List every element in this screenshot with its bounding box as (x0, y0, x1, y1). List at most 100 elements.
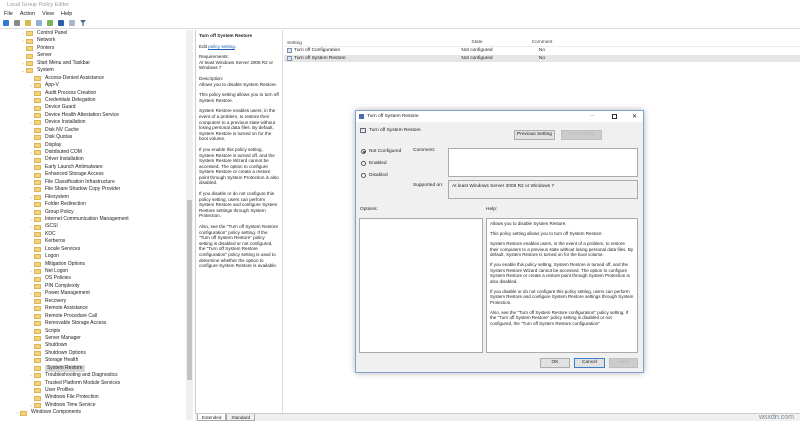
tree-item[interactable]: Locale Services (0, 246, 186, 253)
tree-item[interactable]: › Device Installation (0, 119, 186, 126)
next-setting-button[interactable]: Next Setting (561, 130, 602, 140)
menu-help[interactable]: Help (61, 11, 72, 17)
tree-item[interactable]: Enhanced Storage Access (0, 171, 186, 178)
export-icon[interactable] (47, 20, 53, 26)
tree-item-label: User Profiles (45, 387, 74, 393)
maximize-icon[interactable] (612, 114, 617, 119)
folder-icon (34, 373, 41, 379)
list-row[interactable]: Turn off System Restore Not configured No (284, 54, 800, 62)
tree-item[interactable]: › Troubleshooting and Diagnostics (0, 372, 186, 379)
tree-scrollbar-thumb[interactable] (187, 200, 192, 380)
col-setting[interactable]: Setting (284, 40, 442, 46)
tree-item[interactable]: Recovery (0, 298, 186, 305)
list-row[interactable]: Turn off Configuration Not configured No (284, 47, 800, 55)
tree-item-label: Audit Process Creation (45, 89, 97, 96)
tree-item[interactable]: Audit Process Creation (0, 90, 186, 97)
tree-item[interactable]: Device Health Attestation Service (0, 112, 186, 119)
radio-not-configured[interactable]: Not Configured (361, 149, 401, 154)
col-state[interactable]: State (442, 40, 512, 46)
watermark: wsxdn.com (758, 414, 794, 421)
radio-button-icon[interactable] (361, 161, 366, 166)
help-icon[interactable] (58, 20, 64, 26)
menu-file[interactable]: File (4, 11, 13, 17)
close-icon[interactable]: ✕ (632, 113, 637, 120)
tree-item[interactable]: Logon (0, 253, 186, 260)
tree-item-label: Remote Procedure Call (45, 312, 97, 319)
desc-paragraph: System Restore enables users, in the eve… (199, 108, 276, 142)
tree-item[interactable]: Display (0, 142, 186, 149)
tree-item[interactable]: Shutdown Options (0, 350, 186, 357)
tree-item[interactable]: PIN Complexity (0, 283, 186, 290)
minimize-icon[interactable]: — (590, 114, 595, 119)
menu-view[interactable]: View (42, 11, 54, 17)
folder-icon (34, 165, 41, 171)
previous-setting-button[interactable]: Previous Setting (514, 130, 555, 140)
tree-item[interactable]: › Start Menu and Taskbar (0, 60, 186, 67)
col-comment[interactable]: Comment (512, 40, 572, 46)
tree-item[interactable]: OS Policies (0, 275, 186, 282)
tree-item[interactable]: › Power Management (0, 290, 186, 297)
cancel-button[interactable]: Cancel (574, 358, 605, 368)
tree-item[interactable]: › Control Panel (0, 30, 186, 37)
tree-item-label: Recovery (45, 297, 67, 304)
show-hide-tree-icon[interactable] (36, 20, 42, 26)
edit-policy-link[interactable]: policy setting (208, 44, 235, 49)
radio-button-icon[interactable] (361, 149, 366, 154)
tree-item[interactable]: Trusted Platform Module Services (0, 380, 186, 387)
tree-item[interactable]: › Distributed COM (0, 149, 186, 156)
tree-item[interactable]: Kerberos (0, 238, 186, 245)
tree-item[interactable]: Removable Storage Access (0, 320, 186, 327)
tree-item[interactable]: File Classification Infrastructure (0, 179, 186, 186)
tree-item[interactable]: › iSCSI (0, 223, 186, 230)
tree-item[interactable]: Early Launch Antimalware (0, 164, 186, 171)
tab-extended[interactable]: Extended (197, 414, 227, 421)
tree-item[interactable]: Disk Quotas (0, 134, 186, 141)
tree-item[interactable]: Windows File Protection (0, 394, 186, 401)
tree-item[interactable]: › Network (0, 37, 186, 44)
tree-item[interactable]: Folder Redirection (0, 201, 186, 208)
radio-enabled[interactable]: Enabled (361, 161, 387, 166)
ok-button[interactable]: OK (540, 358, 570, 368)
tree-item[interactable]: Server Manager (0, 335, 186, 342)
tree-item[interactable]: Credentials Delegation (0, 97, 186, 104)
tree-item[interactable]: User Profiles (0, 387, 186, 394)
help-paragraph: Also, see the "Turn off System Restore c… (490, 309, 629, 326)
back-icon[interactable] (3, 20, 9, 26)
tree-item[interactable]: Shutdown (0, 342, 186, 349)
tree-item[interactable]: › Net Logon (0, 268, 186, 275)
tree-item[interactable]: File Share Shadow Copy Provider (0, 186, 186, 193)
folder-icon (34, 358, 41, 364)
tree-item[interactable]: Driver Installation (0, 156, 186, 163)
comment-textarea[interactable] (448, 148, 638, 177)
properties-icon[interactable] (69, 20, 75, 26)
tree-item[interactable]: › Internet Communication Management (0, 216, 186, 223)
radio-button-icon[interactable] (361, 173, 366, 178)
filter-icon[interactable] (80, 20, 86, 26)
tree-item[interactable]: Server (0, 52, 186, 59)
menu-action[interactable]: Action (20, 11, 35, 17)
tree-item[interactable]: Storage Health (0, 357, 186, 364)
tree-item[interactable]: › Windows Time Service (0, 402, 186, 409)
help-panel[interactable]: Allows you to disable System Restore. Thi… (486, 218, 638, 353)
up-folder-icon[interactable] (25, 20, 31, 26)
tree-item[interactable]: Remote Assistance (0, 305, 186, 312)
tree-item[interactable]: › Windows Components (0, 409, 186, 416)
tree-item[interactable]: Device Guard (0, 104, 186, 111)
tree-item[interactable]: Scripts (0, 328, 186, 335)
forward-icon[interactable] (14, 20, 20, 26)
tree-item[interactable]: ⌄ System (0, 67, 186, 74)
tree-item[interactable]: KDC (0, 231, 186, 238)
tree-item[interactable]: Mitigation Options (0, 261, 186, 268)
tree-item[interactable]: › App-V (0, 82, 186, 89)
apply-button[interactable]: Apply (609, 358, 638, 368)
tree-item[interactable]: System Restore (0, 364, 186, 373)
tree-item[interactable]: Group Policy (0, 209, 186, 216)
tree-item-label: KDC (45, 230, 56, 237)
tree-item[interactable]: Access-Denied Assistance (0, 75, 186, 82)
tree-item[interactable]: Disk NV Cache (0, 127, 186, 134)
radio-disabled[interactable]: Disabled (361, 173, 388, 178)
tab-standard[interactable]: Standard (226, 414, 256, 421)
tree-item[interactable]: Printers (0, 45, 186, 52)
tree-item[interactable]: › Filesystem (0, 194, 186, 201)
tree-item[interactable]: Remote Procedure Call (0, 313, 186, 320)
